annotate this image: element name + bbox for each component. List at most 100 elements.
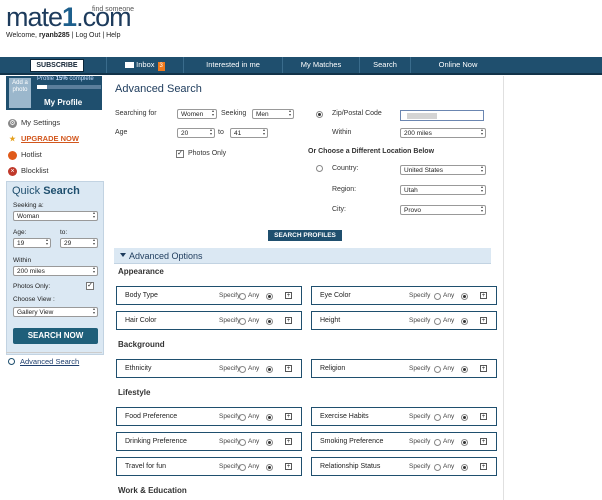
any-radio[interactable] (266, 318, 273, 325)
any-label: Any (443, 365, 455, 372)
expand-plus-icon[interactable]: + (480, 463, 487, 470)
region-select[interactable]: Utah (400, 185, 486, 195)
search-profiles-button[interactable]: SEARCH PROFILES (268, 230, 342, 241)
specify-radio[interactable] (434, 318, 441, 325)
any-radio[interactable] (266, 439, 273, 446)
specify-label: Specify (409, 438, 431, 445)
sidebar-item-upgrade-now[interactable]: ★ UPGRADE NOW (8, 134, 79, 144)
zip-radio[interactable] (316, 111, 323, 118)
quick-search-panel: Quick Search Seeking a: Woman Age: to: 1… (6, 181, 104, 355)
choose-view-label: Choose View : (13, 296, 55, 303)
expand-plus-icon[interactable]: + (480, 292, 487, 299)
expand-plus-icon[interactable]: + (285, 365, 292, 372)
quick-age-from-select[interactable]: 19 (13, 238, 51, 248)
any-label: Any (248, 438, 260, 445)
subscribe-button[interactable]: SUBSCRIBE (30, 59, 84, 72)
specify-radio[interactable] (239, 414, 246, 421)
any-radio[interactable] (461, 293, 468, 300)
specify-radio[interactable] (434, 414, 441, 421)
nav-my-matches[interactable]: My Matches (282, 57, 359, 73)
section-work-education: Work & Education (118, 486, 187, 495)
specify-label: Specify (219, 317, 241, 324)
profile-complete-link[interactable]: Profile 15% complete (37, 76, 94, 82)
expand-plus-icon[interactable]: + (285, 463, 292, 470)
my-profile-button[interactable]: My Profile (44, 97, 102, 109)
option-label: Drinking Preference (125, 438, 187, 445)
option-relationship-status: Relationship Status Specify Any + (311, 457, 497, 476)
photos-only-label: Photos Only: (13, 283, 51, 290)
expand-plus-icon[interactable]: + (480, 365, 487, 372)
location-radio[interactable] (316, 165, 323, 172)
any-radio[interactable] (461, 439, 468, 446)
logout-link[interactable]: Log Out (75, 32, 100, 39)
any-radio[interactable] (266, 464, 273, 471)
specify-radio[interactable] (239, 318, 246, 325)
specify-radio[interactable] (434, 366, 441, 373)
advanced-search-link[interactable]: Advanced Search (20, 357, 79, 366)
quick-age-to-select[interactable]: 29 (60, 238, 98, 248)
inbox-count-badge: 3 (157, 62, 165, 71)
expand-plus-icon[interactable]: + (480, 317, 487, 324)
expand-plus-icon[interactable]: + (285, 317, 292, 324)
add-photo-placeholder[interactable]: Add a photo (9, 78, 31, 108)
any-radio[interactable] (461, 366, 468, 373)
quick-photos-only-checkbox[interactable]: ✓ (86, 282, 94, 290)
age-to-select[interactable]: 41 (230, 128, 268, 138)
quick-within-select[interactable]: 200 miles (13, 266, 98, 276)
flame-icon (8, 150, 17, 160)
any-label: Any (443, 463, 455, 470)
nav-search[interactable]: Search (359, 57, 410, 73)
gear-icon: ⚙ (8, 118, 17, 128)
help-link[interactable]: Help (106, 32, 120, 39)
expand-plus-icon[interactable]: + (285, 292, 292, 299)
any-radio[interactable] (461, 318, 468, 325)
specify-radio[interactable] (239, 464, 246, 471)
any-radio[interactable] (266, 366, 273, 373)
specify-label: Specify (219, 413, 241, 420)
option-label: Body Type (125, 292, 158, 299)
any-radio[interactable] (461, 414, 468, 421)
any-label: Any (443, 438, 455, 445)
quick-seeking-select[interactable]: Woman (13, 211, 98, 221)
specify-radio[interactable] (239, 439, 246, 446)
option-label: Religion (320, 365, 346, 372)
sidebar-item-my-settings[interactable]: ⚙ My Settings (8, 118, 60, 128)
sidebar: Add a photo Profile 15% complete My Prof… (4, 76, 104, 500)
nav-interested-in-me[interactable]: Interested in me (183, 57, 282, 73)
sidebar-item-blocklist[interactable]: × Blocklist (8, 166, 49, 176)
specify-label: Specify (219, 438, 241, 445)
country-select[interactable]: United States (400, 165, 486, 175)
city-select[interactable]: Provo (400, 205, 486, 215)
quick-view-select[interactable]: Gallery View (13, 307, 98, 317)
expand-plus-icon[interactable]: + (480, 438, 487, 445)
seeking-select[interactable]: Men (252, 109, 294, 119)
any-radio[interactable] (266, 414, 273, 421)
photos-only-checkbox[interactable]: ✓ (176, 150, 184, 158)
expand-plus-icon[interactable]: + (285, 413, 292, 420)
searching-for-select[interactable]: Women (177, 109, 217, 119)
nav-online-now[interactable]: Online Now (410, 57, 505, 73)
expand-plus-icon[interactable]: + (285, 438, 292, 445)
specify-radio[interactable] (239, 293, 246, 300)
zip-input[interactable] (400, 110, 484, 121)
nav-inbox[interactable]: Inbox 3 (106, 57, 183, 73)
age-from-select[interactable]: 20 (177, 128, 215, 138)
expand-plus-icon[interactable]: + (480, 413, 487, 420)
within-select[interactable]: 200 miles (400, 128, 486, 138)
specify-radio[interactable] (239, 366, 246, 373)
block-icon: × (8, 166, 17, 176)
any-radio[interactable] (266, 293, 273, 300)
sidebar-item-hotlist[interactable]: Hotlist (8, 150, 42, 160)
specify-radio[interactable] (434, 464, 441, 471)
advanced-options-toggle[interactable]: Advanced Options (114, 248, 491, 264)
option-label: Food Preference (125, 413, 178, 420)
specify-radio[interactable] (434, 439, 441, 446)
option-label: Ethnicity (125, 365, 152, 372)
profile-progress-bar (37, 85, 101, 89)
country-label: Country: (332, 165, 359, 172)
search-now-button[interactable]: SEARCH NOW (13, 328, 98, 344)
any-radio[interactable] (461, 464, 468, 471)
specify-radio[interactable] (434, 293, 441, 300)
specify-label: Specify (409, 317, 431, 324)
or-choose-location-text: Or Choose a Different Location Below (308, 148, 435, 155)
